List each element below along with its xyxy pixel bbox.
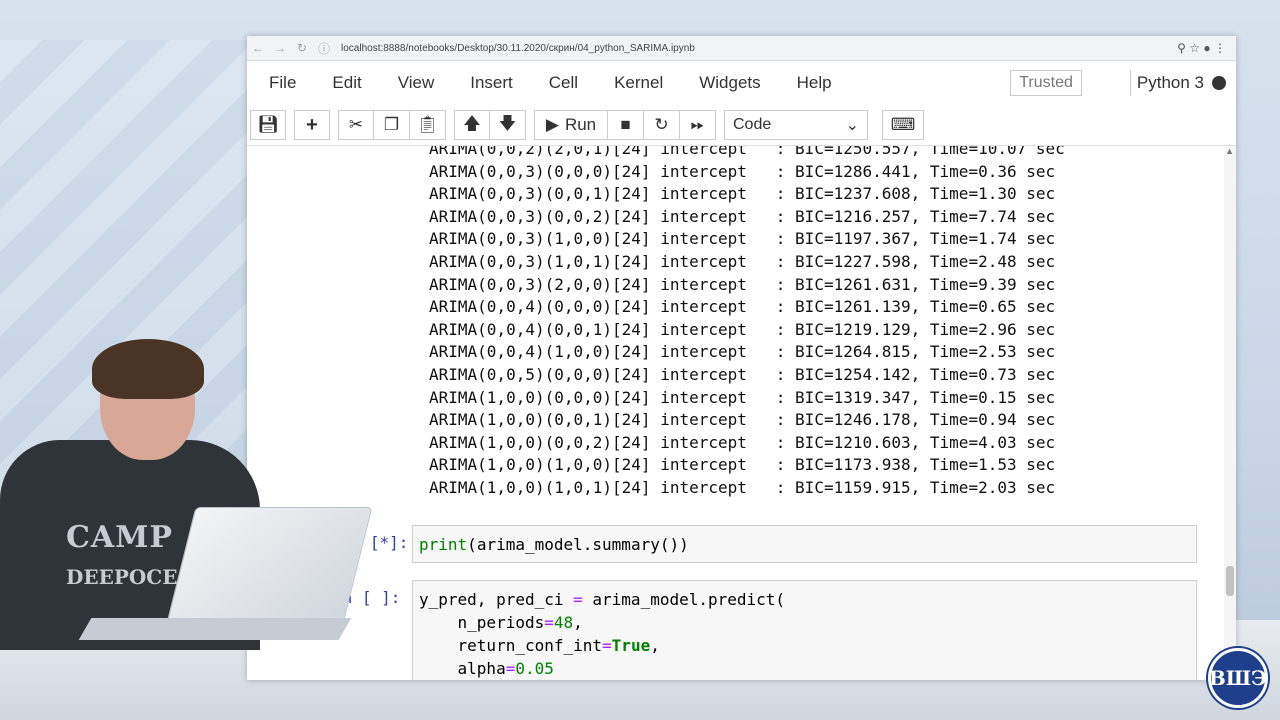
scissors-icon: ✂	[348, 115, 364, 134]
output-line: ARIMA(0,0,3)(0,0,0)[24] intercept : BIC=…	[429, 161, 1056, 181]
code-line: n_periods=48,	[419, 613, 583, 632]
stop-icon: ■	[620, 115, 631, 134]
output-line: ARIMA(0,0,2)(2,0,1)[24] intercept : BIC=…	[429, 146, 1065, 158]
output-line: ARIMA(0,0,4)(0,0,1)[24] intercept : BIC=…	[429, 319, 1056, 339]
output-line: ARIMA(0,0,4)(0,0,0)[24] intercept : BIC=…	[429, 297, 1056, 317]
output-line: ARIMA(1,0,0)(0,0,0)[24] intercept : BIC=…	[429, 387, 1056, 407]
run-label: Run	[564, 115, 597, 134]
menu-insert[interactable]: Insert	[470, 73, 513, 93]
output-line: ARIMA(0,0,3)(0,0,2)[24] intercept : BIC=…	[429, 206, 1056, 226]
arrow-down-icon: 🡇	[498, 113, 517, 133]
profile-icon[interactable]: ●	[1203, 41, 1210, 55]
menu-cell[interactable]: Cell	[549, 73, 578, 93]
menu-file[interactable]: File	[269, 73, 296, 93]
paste-button[interactable]: 📋︎	[410, 110, 446, 140]
zoom-icon[interactable]: ⚲	[1177, 41, 1186, 55]
laptop-base	[78, 618, 352, 640]
jupyter-menubar: File Edit View Insert Cell Kernel Widget…	[247, 61, 1236, 105]
output-line: ARIMA(1,0,0)(1,0,0)[24] intercept : BIC=…	[429, 455, 1056, 475]
cut-button[interactable]: ✂	[338, 110, 374, 140]
code-cell-running[interactable]: print(arima_model.summary())	[412, 525, 1197, 563]
forward-icon[interactable]: →	[269, 41, 291, 55]
move-down-button[interactable]: 🡇	[490, 110, 526, 140]
plus-icon: +	[306, 113, 318, 136]
output-line: ARIMA(0,0,5)(0,0,0)[24] intercept : BIC=…	[429, 364, 1056, 384]
notebook-area[interactable]: ARIMA(0,0,2)(2,0,1)[24] intercept : BIC=…	[247, 146, 1236, 680]
scroll-thumb[interactable]	[1226, 566, 1234, 596]
hoodie-print: CAMP	[66, 520, 173, 555]
copy-button[interactable]: ❐	[374, 110, 410, 140]
kernel-separator	[1129, 70, 1131, 96]
reload-icon[interactable]: ↻	[291, 41, 313, 55]
run-button[interactable]: ▶︎ Run	[534, 110, 608, 140]
menu-help[interactable]: Help	[797, 73, 832, 93]
chevron-down-icon: ⌄	[845, 117, 859, 134]
kernel-name[interactable]: Python 3	[1137, 73, 1204, 93]
output-line: ARIMA(1,0,0)(1,0,1)[24] intercept : BIC=…	[429, 477, 1056, 497]
code-editor[interactable]: print(arima_model.summary())	[413, 526, 1196, 563]
copy-icon: ❐	[383, 115, 400, 134]
browser-menu-icon[interactable]: ⋮	[1214, 41, 1226, 55]
menu-kernel[interactable]: Kernel	[614, 73, 663, 93]
jupyter-toolbar: 💾︎ + ✂ ❐ 📋︎ 🡅 🡇 ▶︎ Run ■ ↻ ⏩︎ Code ⌄ ⌨	[247, 105, 1236, 146]
menu-widgets[interactable]: Widgets	[699, 73, 760, 93]
output-line: ARIMA(0,0,3)(1,0,0)[24] intercept : BIC=…	[429, 229, 1056, 249]
kernel-busy-indicator-icon	[1212, 76, 1226, 90]
command-palette-button[interactable]: ⌨	[882, 110, 924, 140]
back-icon[interactable]: ←	[247, 41, 269, 55]
menu-view[interactable]: View	[398, 73, 435, 93]
refresh-icon: ↻	[654, 115, 669, 134]
presenter-hair	[92, 339, 204, 399]
scroll-up-icon[interactable]: ▲	[1225, 146, 1234, 156]
step-forward-icon: ▶︎	[545, 115, 559, 134]
output-line: ARIMA(0,0,3)(1,0,1)[24] intercept : BIC=…	[429, 251, 1056, 271]
code-editor-predict[interactable]: y_pred, pred_ci = arima_model.predict( n…	[413, 581, 1196, 680]
output-line: ARIMA(0,0,3)(0,0,1)[24] intercept : BIC=…	[429, 184, 1056, 204]
paste-icon: 📋︎	[416, 115, 439, 134]
output-line: ARIMA(1,0,0)(0,0,1)[24] intercept : BIC=…	[429, 410, 1056, 430]
menu-edit[interactable]: Edit	[332, 73, 361, 93]
cell-type-select[interactable]: Code ⌄	[724, 110, 868, 140]
save-button[interactable]: 💾︎	[250, 110, 286, 140]
keyboard-icon: ⌨	[890, 115, 916, 134]
interrupt-button[interactable]: ■	[608, 110, 644, 140]
code-line: y_pred, pred_ci = arima_model.predict(	[419, 590, 786, 609]
browser-window: ← → ↻ ⓘ localhost:8888/notebooks/Desktop…	[247, 36, 1236, 680]
move-up-button[interactable]: 🡅	[454, 110, 490, 140]
bookmark-star-icon[interactable]: ☆	[1189, 41, 1200, 55]
address-bar: ← → ↻ ⓘ localhost:8888/notebooks/Desktop…	[247, 36, 1236, 61]
restart-run-all-button[interactable]: ⏩︎	[680, 110, 716, 140]
code-cell-predict[interactable]: y_pred, pred_ci = arima_model.predict( n…	[412, 580, 1197, 680]
fast-forward-icon: ⏩︎	[690, 115, 705, 134]
output-line: ARIMA(1,0,0)(0,0,2)[24] intercept : BIC=…	[429, 432, 1056, 452]
output-line: ARIMA(0,0,3)(2,0,0)[24] intercept : BIC=…	[429, 274, 1056, 294]
trusted-badge[interactable]: Trusted	[1010, 70, 1082, 96]
cell-type-value: Code	[733, 116, 772, 133]
code-line: alpha=0.05	[419, 659, 554, 678]
code-line: return_conf_int=True,	[419, 636, 660, 655]
notebook-scrollbar[interactable]: ▲	[1224, 146, 1236, 680]
floppy-disk-icon: 💾︎	[257, 115, 279, 134]
university-logo-icon: ВШЭ	[1208, 648, 1268, 708]
url-text[interactable]: localhost:8888/notebooks/Desktop/30.11.2…	[341, 43, 695, 54]
output-line: ARIMA(0,0,4)(1,0,0)[24] intercept : BIC=…	[429, 342, 1056, 362]
info-icon[interactable]: ⓘ	[313, 40, 335, 57]
insert-cell-button[interactable]: +	[294, 110, 330, 140]
restart-button[interactable]: ↻	[644, 110, 680, 140]
arrow-up-icon: 🡅	[463, 113, 481, 133]
cell-output: ARIMA(0,0,2)(2,0,1)[24] intercept : BIC=…	[429, 146, 1065, 500]
